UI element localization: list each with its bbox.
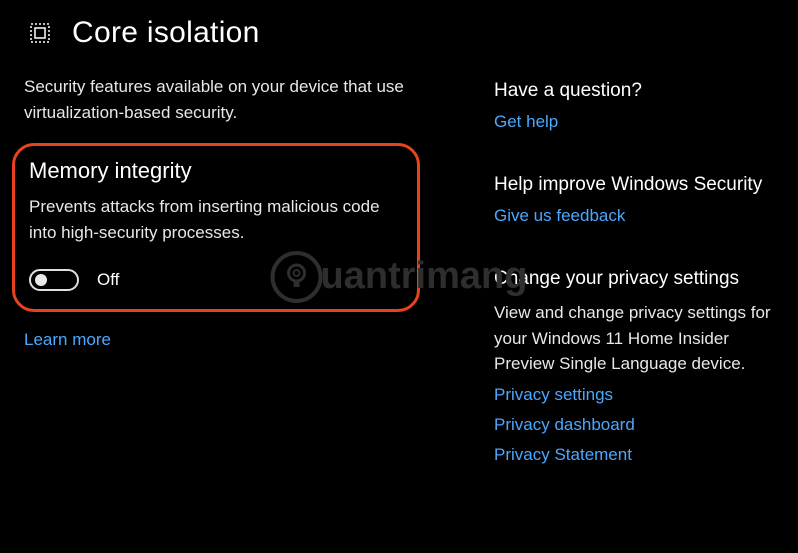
privacy-settings-link[interactable]: Privacy settings — [494, 385, 774, 405]
memory-integrity-section: Memory integrity Prevents attacks from i… — [12, 143, 420, 312]
memory-integrity-description: Prevents attacks from inserting maliciou… — [29, 194, 403, 245]
privacy-heading: Change your privacy settings — [494, 268, 774, 290]
intro-text: Security features available on your devi… — [24, 74, 424, 125]
question-section: Have a question? Get help — [494, 80, 774, 132]
improve-section: Help improve Windows Security Give us fe… — [494, 174, 774, 226]
toggle-state-label: Off — [97, 270, 119, 290]
feedback-link[interactable]: Give us feedback — [494, 206, 774, 226]
improve-heading: Help improve Windows Security — [494, 174, 774, 196]
privacy-description: View and change privacy settings for you… — [494, 300, 774, 377]
memory-integrity-title: Memory integrity — [29, 158, 403, 184]
privacy-dashboard-link[interactable]: Privacy dashboard — [494, 415, 774, 435]
learn-more-link[interactable]: Learn more — [24, 330, 434, 350]
page-title: Core isolation — [72, 16, 260, 50]
core-isolation-icon — [24, 17, 56, 49]
main-content: Security features available on your devi… — [24, 74, 434, 507]
sidebar-content: Have a question? Get help Help improve W… — [494, 74, 774, 507]
question-heading: Have a question? — [494, 80, 774, 102]
get-help-link[interactable]: Get help — [494, 112, 774, 132]
memory-integrity-toggle[interactable] — [29, 269, 79, 291]
page-header: Core isolation — [24, 16, 774, 50]
privacy-statement-link[interactable]: Privacy Statement — [494, 445, 774, 465]
privacy-section: Change your privacy settings View and ch… — [494, 268, 774, 465]
